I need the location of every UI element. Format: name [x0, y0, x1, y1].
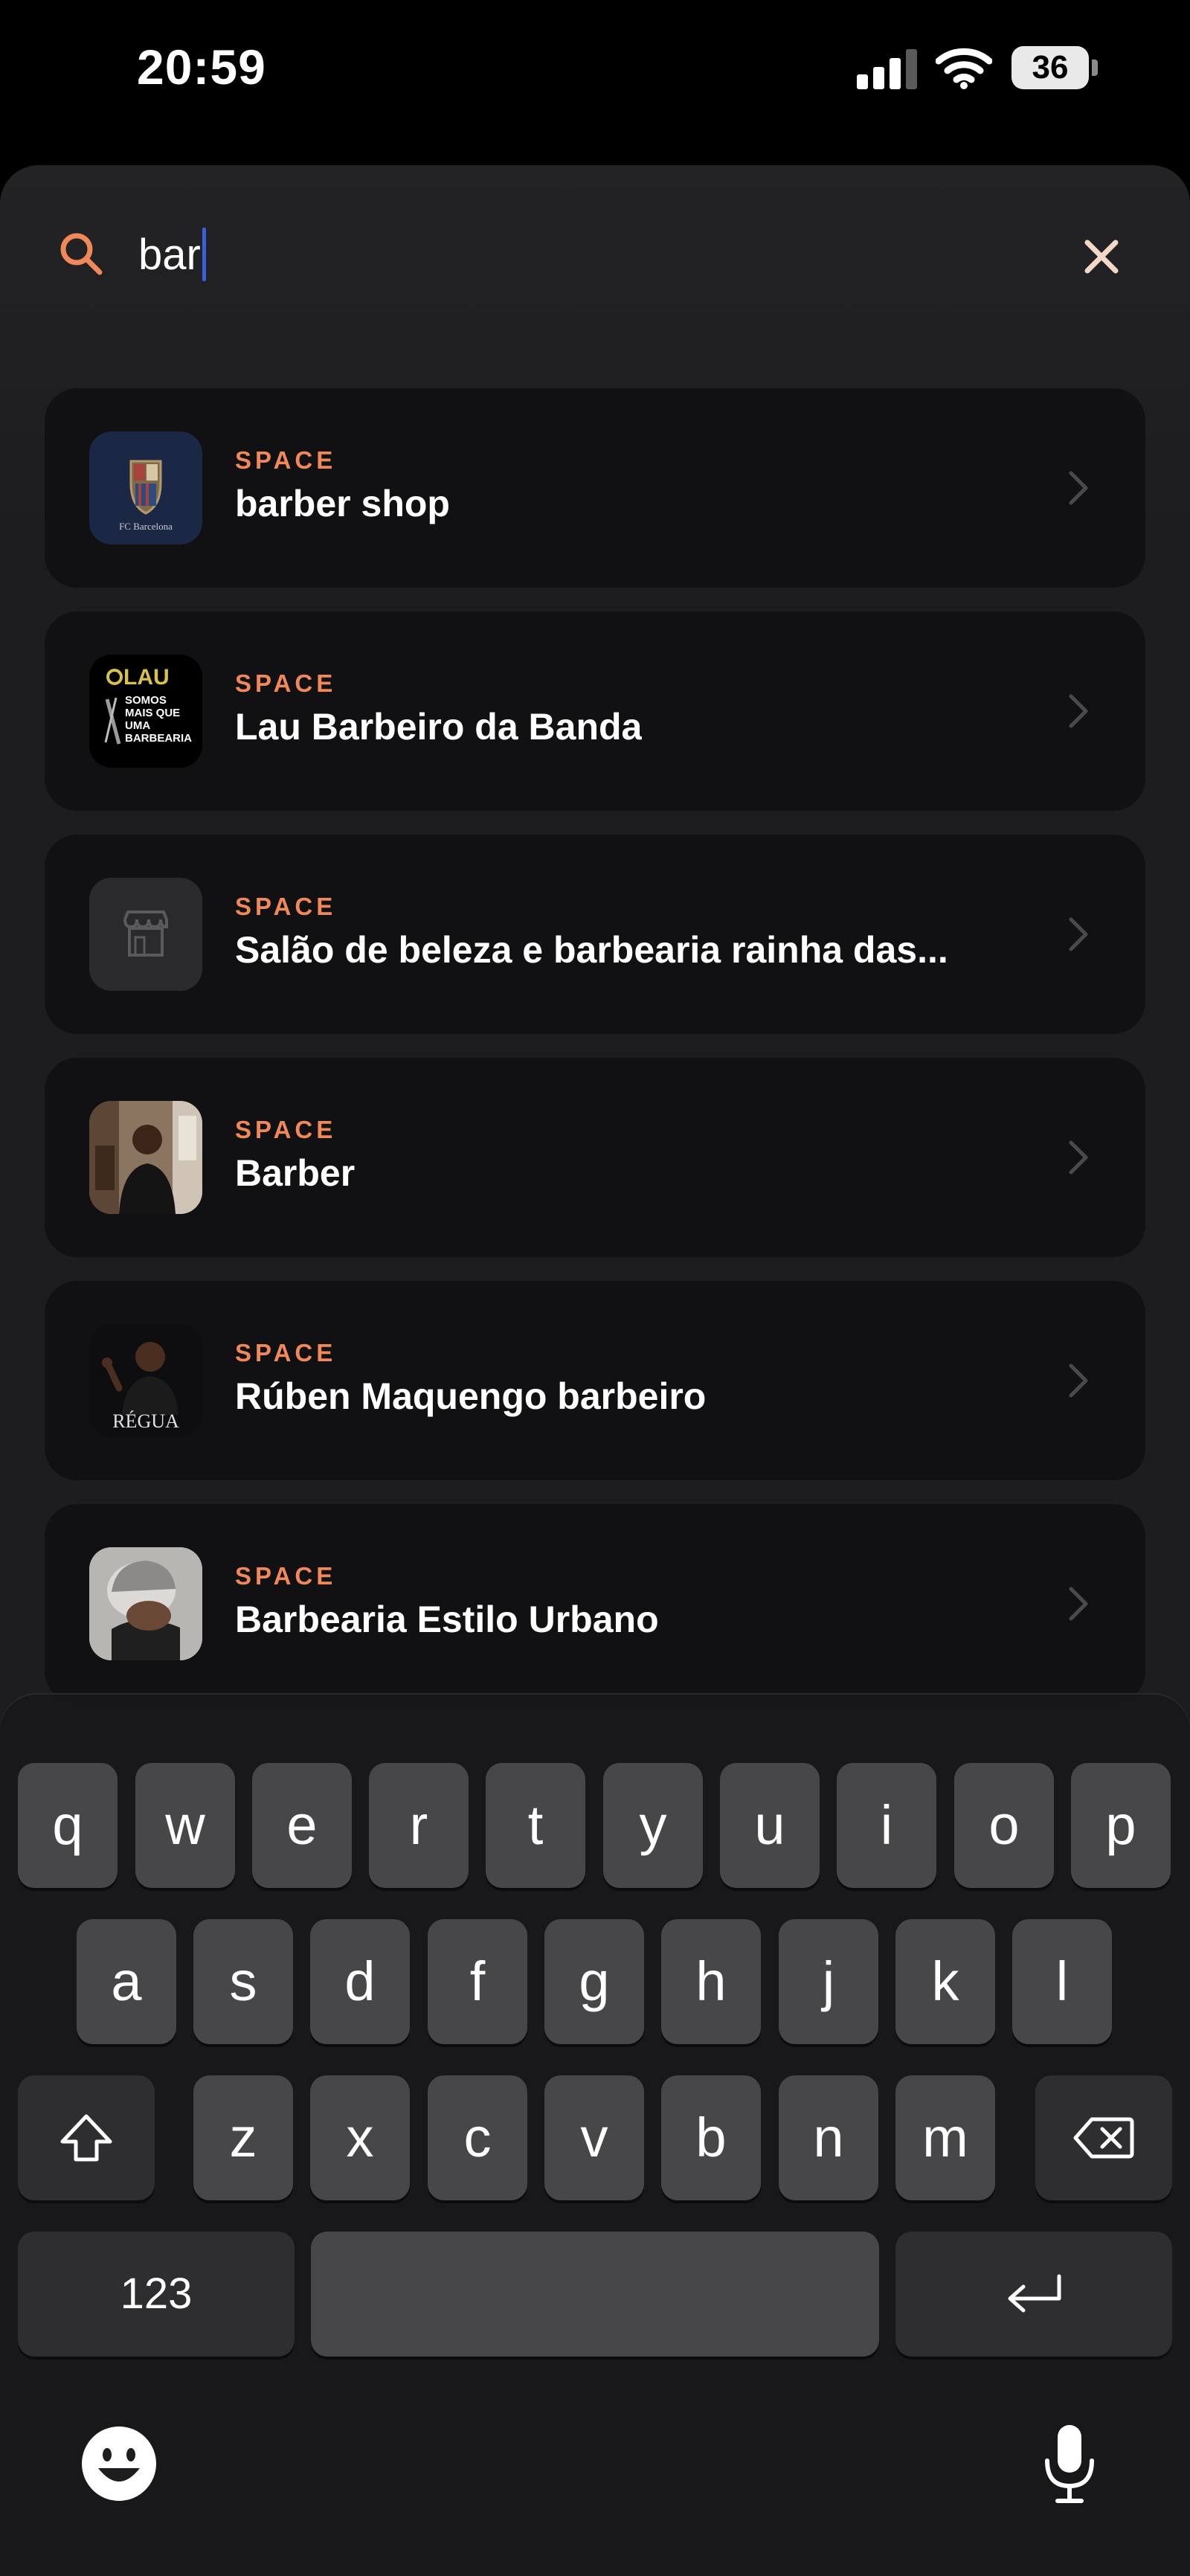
battery-icon: 36 [1012, 46, 1098, 89]
chevron-right-icon [1069, 694, 1088, 728]
key-g[interactable]: g [544, 1919, 644, 2044]
numbers-key[interactable]: 123 [18, 2232, 295, 2357]
on-screen-keyboard: q w e r t y u i o p a s d f g h j k l z … [0, 1695, 1190, 2576]
key-o[interactable]: o [954, 1763, 1054, 1888]
status-time: 20:59 [137, 39, 266, 94]
key-j[interactable]: j [779, 1919, 878, 2044]
result-type-label: SPACE [235, 1562, 337, 1590]
haircut-photo [89, 1547, 202, 1660]
result-thumbnail [89, 1101, 202, 1214]
search-result-item[interactable]: SPACE Barbearia Estilo Urbano [45, 1504, 1145, 1703]
key-l[interactable]: l [1012, 1919, 1112, 2044]
key-b[interactable]: b [661, 2075, 761, 2200]
search-bar [0, 165, 1190, 344]
shift-key[interactable] [18, 2075, 155, 2200]
thumbnail-caption: RÉGUA [112, 1410, 179, 1432]
return-icon [1008, 2274, 1061, 2313]
search-result-item[interactable]: SPACE Barber [45, 1058, 1145, 1257]
result-type-label: SPACE [235, 446, 337, 474]
result-thumbnail: RÉGUA [89, 1324, 202, 1437]
key-r[interactable]: r [369, 1763, 469, 1888]
search-icon [60, 233, 103, 275]
search-input[interactable] [138, 225, 1016, 284]
chevron-right-icon [1069, 471, 1088, 505]
result-type-label: SPACE [235, 1339, 337, 1366]
key-n[interactable]: n [779, 2075, 878, 2200]
barber-photo [89, 1101, 202, 1214]
text-cursor [202, 228, 206, 281]
svg-text:FC Barcelona: FC Barcelona [119, 521, 173, 532]
result-thumbnail [89, 1547, 202, 1660]
search-result-item[interactable]: LAU SOMOS MAIS QUE UMA BARBEARIA SPACE L… [45, 611, 1145, 811]
status-bar: 20:59 36 [0, 0, 1190, 149]
key-e[interactable]: e [252, 1763, 352, 1888]
shift-icon [60, 2114, 112, 2162]
backspace-icon [1073, 2117, 1134, 2159]
key-h[interactable]: h [661, 1919, 761, 2044]
result-type-label: SPACE [235, 669, 337, 697]
result-type-label: SPACE [235, 893, 337, 920]
wifi-icon [936, 48, 992, 89]
result-thumbnail: LAU SOMOS MAIS QUE UMA BARBEARIA [89, 655, 202, 768]
key-k[interactable]: k [895, 1919, 995, 2044]
delete-key[interactable] [1035, 2075, 1172, 2200]
key-x[interactable]: x [310, 2075, 410, 2200]
svg-text:BARBEARIA: BARBEARIA [125, 732, 192, 745]
result-title: Barbearia Estilo Urbano [235, 1599, 659, 1640]
search-result-item[interactable]: SPACE Salão de beleza e barbearia rainha… [45, 835, 1145, 1034]
result-title: Salão de beleza e barbearia rainha das..… [235, 929, 948, 971]
key-d[interactable]: d [310, 1919, 410, 2044]
key-q[interactable]: q [18, 1763, 118, 1888]
svg-text:SOMOS: SOMOS [125, 694, 167, 707]
key-w[interactable]: w [135, 1763, 235, 1888]
result-title: barber shop [235, 483, 450, 524]
result-type-label: SPACE [235, 1116, 337, 1143]
chevron-right-icon [1069, 1140, 1088, 1175]
result-title: Lau Barbeiro da Banda [235, 706, 643, 748]
key-i[interactable]: i [837, 1763, 936, 1888]
key-v[interactable]: v [544, 2075, 644, 2200]
storefront-icon [89, 878, 202, 991]
fc-barcelona-logo: FC Barcelona [89, 431, 202, 545]
svg-text:MAIS QUE: MAIS QUE [125, 707, 180, 719]
chevron-right-icon [1069, 917, 1088, 951]
key-f[interactable]: f [428, 1919, 527, 2044]
battery-cap [1092, 60, 1098, 76]
emoji-icon[interactable] [80, 2425, 158, 2502]
result-thumbnail [89, 878, 202, 991]
key-z[interactable]: z [193, 2075, 293, 2200]
key-a[interactable]: a [77, 1919, 176, 2044]
chevron-right-icon [1069, 1364, 1088, 1398]
cellular-signal-icon [857, 46, 919, 89]
key-p[interactable]: p [1071, 1763, 1171, 1888]
svg-text:LAU: LAU [123, 665, 170, 690]
result-title: Barber [235, 1152, 356, 1194]
key-y[interactable]: y [603, 1763, 703, 1888]
chevron-right-icon [1069, 1587, 1088, 1621]
battery-percent: 36 [1032, 49, 1069, 86]
microphone-icon[interactable] [1040, 2422, 1099, 2505]
result-thumbnail: FC Barcelona [89, 431, 202, 545]
key-s[interactable]: s [193, 1919, 293, 2044]
lau-barbearia-logo: LAU SOMOS MAIS QUE UMA BARBEARIA [89, 655, 202, 768]
svg-text:UMA: UMA [125, 719, 150, 732]
key-c[interactable]: c [428, 2075, 527, 2200]
search-result-item[interactable]: FC Barcelona SPACE barber shop [45, 388, 1145, 588]
key-u[interactable]: u [720, 1763, 820, 1888]
search-result-item[interactable]: RÉGUA SPACE Rúben Maquengo barbeiro [45, 1281, 1145, 1480]
space-key[interactable] [311, 2232, 879, 2357]
key-t[interactable]: t [486, 1763, 585, 1888]
key-m[interactable]: m [895, 2075, 995, 2200]
result-title: Rúben Maquengo barbeiro [235, 1375, 707, 1417]
close-icon[interactable] [1077, 232, 1126, 281]
return-key[interactable] [895, 2232, 1172, 2357]
